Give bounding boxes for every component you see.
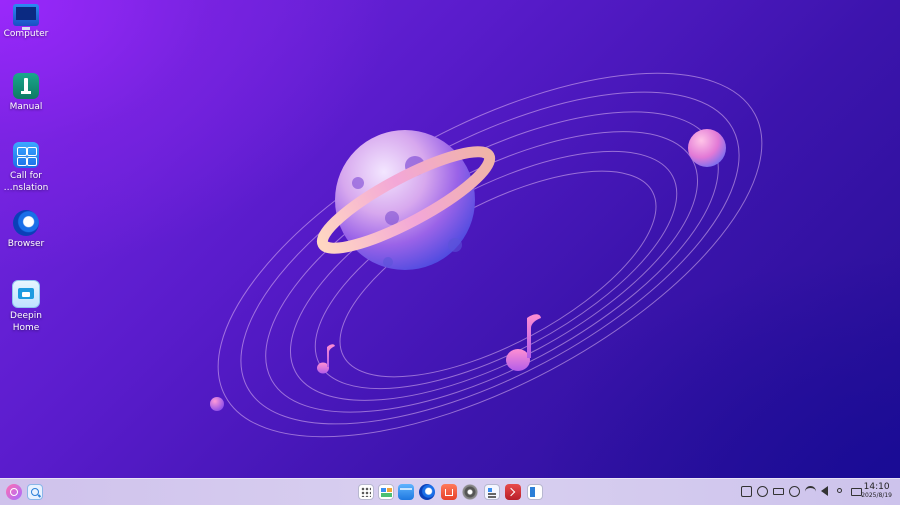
desktop-icon-manual[interactable]: Manual [0, 73, 52, 114]
small-moon-illustration [210, 397, 224, 411]
launcher-icon[interactable] [6, 484, 22, 500]
clock-date: 2025/8/19 [861, 492, 892, 499]
deepin-home-icon [12, 280, 40, 308]
desktop-icon-label: Manual [9, 102, 43, 112]
browser-icon[interactable] [419, 484, 435, 500]
planet-illustration [316, 130, 496, 270]
key-icon[interactable] [837, 488, 842, 493]
terminal-icon[interactable] [505, 484, 521, 500]
desktop-icon-label: Home [12, 322, 40, 333]
desktop-icon-computer[interactable]: Computer [0, 4, 52, 41]
music-note-small [317, 344, 335, 374]
clock-time: 14:10 [863, 482, 890, 492]
clipboard-icon[interactable] [757, 486, 768, 497]
desktop-icon-label: Computer [3, 29, 49, 39]
wifi-icon[interactable] [805, 486, 816, 497]
keyboard-icon[interactable] [741, 486, 752, 497]
search-icon[interactable] [27, 484, 43, 500]
moon-illustration [688, 129, 726, 167]
desktop-icon-label: Deepin [10, 311, 42, 321]
browser-icon [13, 210, 39, 236]
panel-icon[interactable] [527, 484, 543, 500]
desktop-icon-label: Call for [9, 171, 43, 181]
wallpaper-artwork [210, 72, 763, 438]
manual-icon [13, 73, 39, 99]
battery-icon[interactable] [773, 488, 784, 495]
sync-icon[interactable] [789, 486, 800, 497]
desktop-icon-translation[interactable]: Call for …nslation [0, 142, 52, 194]
clock[interactable]: 14:10 2025/8/19 [861, 482, 892, 500]
app-store-icon[interactable] [441, 484, 457, 500]
app-grid-icon[interactable] [358, 484, 374, 500]
text-editor-icon[interactable] [484, 484, 500, 500]
desktop-icon-deepin-home[interactable]: Deepin Home [0, 280, 52, 334]
file-manager-icon[interactable] [398, 484, 414, 500]
computer-icon [13, 4, 39, 30]
settings-icon[interactable] [462, 484, 478, 500]
volume-icon[interactable] [821, 486, 828, 496]
music-note-large [506, 314, 541, 371]
desktop-icon-label: …nslation [3, 182, 49, 193]
desktop-icon-browser[interactable]: Browser [0, 210, 52, 251]
taskbar: 14:10 2025/8/19 [0, 478, 900, 505]
multitask-view-icon[interactable] [378, 484, 394, 500]
desktop-icon-label: Browser [7, 239, 45, 249]
translation-icon [13, 142, 39, 168]
